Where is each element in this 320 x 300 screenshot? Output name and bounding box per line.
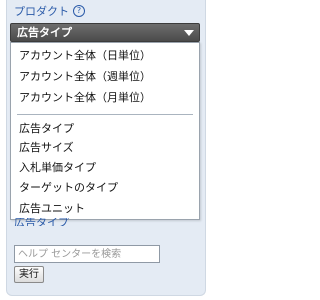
dropdown-option[interactable]: アカウント全体（月単位） (19, 91, 151, 105)
question-circle-icon[interactable]: ? (73, 5, 85, 17)
dropdown-option[interactable]: 入札単価タイプ (19, 161, 96, 175)
section-header: プロダクト ? (14, 3, 85, 19)
section-title[interactable]: プロダクト (14, 3, 69, 19)
dropdown-divider (17, 114, 193, 115)
dropdown-option[interactable]: ターゲットのタイプ (19, 181, 118, 195)
dropdown-option[interactable]: アカウント全体（週単位） (19, 70, 151, 84)
dropdown-option[interactable]: 広告ユニット (19, 202, 85, 216)
help-search-input[interactable] (14, 245, 160, 263)
report-type-select[interactable]: 広告タイプ (10, 23, 200, 42)
dropdown-option[interactable]: 広告タイプ (19, 122, 74, 136)
dropdown-option[interactable]: 広告サイズ (19, 141, 74, 155)
dropdown-option[interactable]: アカウント全体（日単位） (19, 49, 151, 63)
run-button[interactable]: 実行 (14, 266, 44, 283)
report-type-link[interactable]: 広告タイプ (14, 218, 69, 226)
select-value: 広告タイプ (17, 26, 72, 39)
report-type-dropdown: アカウント全体（日単位） アカウント全体（週単位） アカウント全体（月単位） 広… (10, 42, 200, 220)
chevron-down-icon (184, 30, 194, 36)
